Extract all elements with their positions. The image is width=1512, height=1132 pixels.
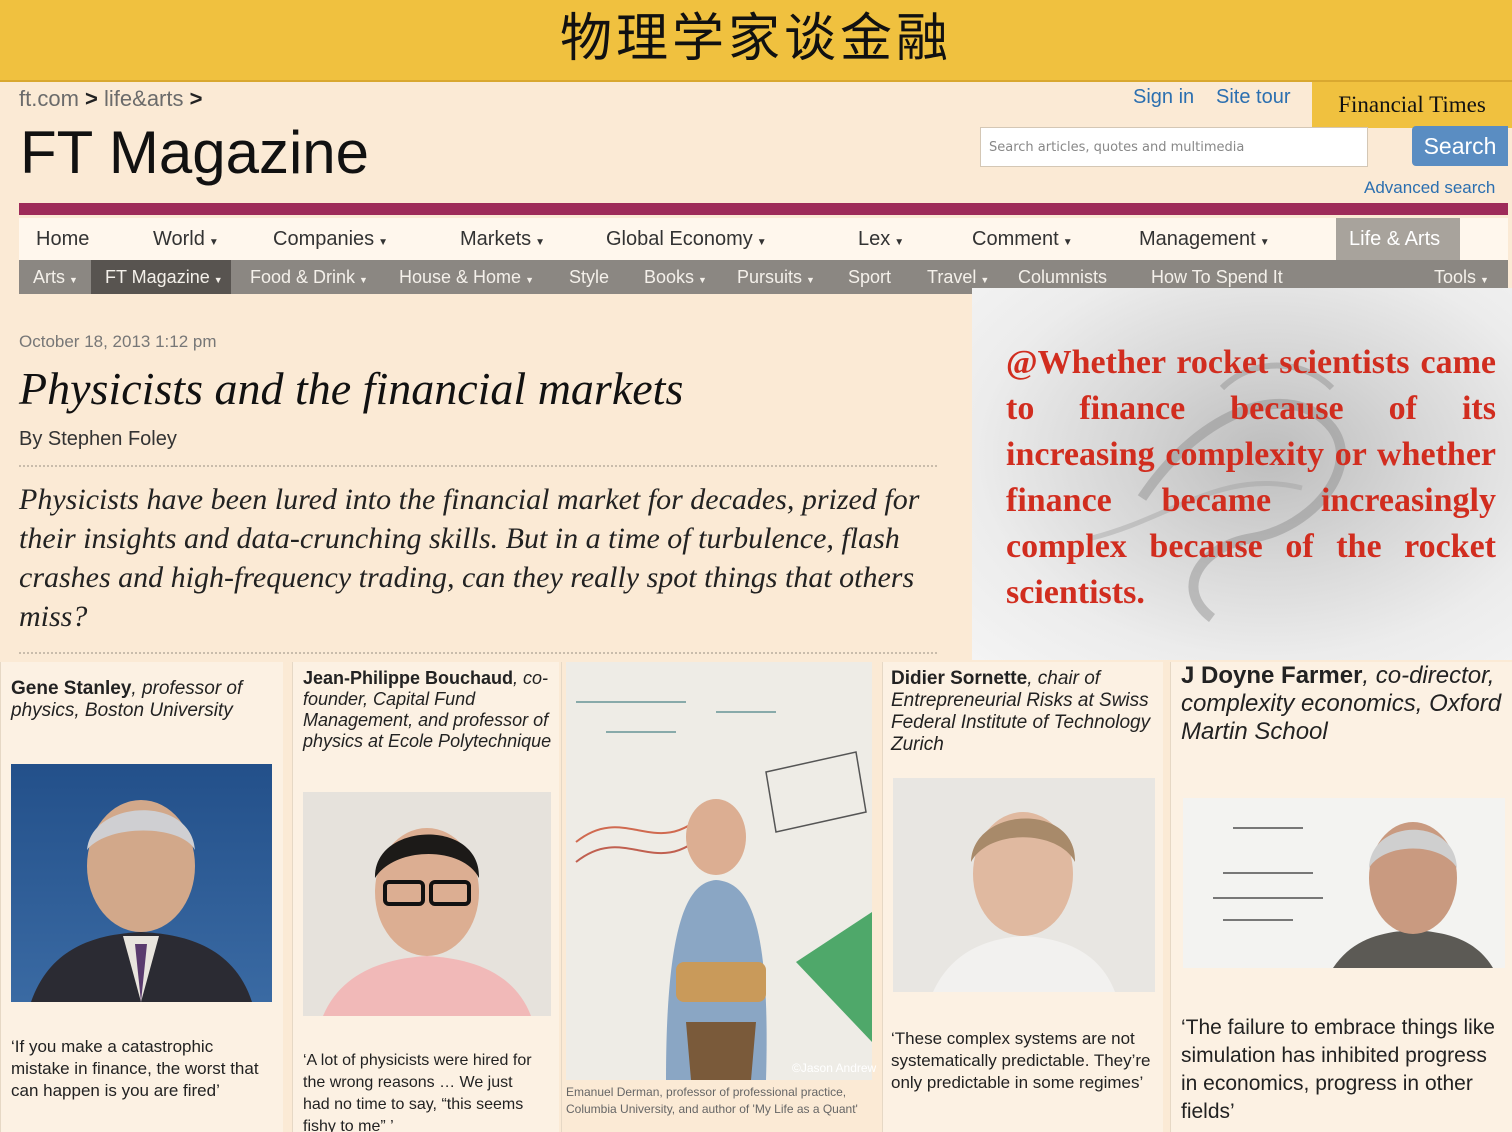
breadcrumb-separator: > [85,86,98,111]
article-standfirst: Physicists have been lured into the fina… [19,483,920,633]
sign-in-link[interactable]: Sign in [1133,86,1194,109]
chevron-down-icon: ▼ [894,237,905,248]
nav-companies[interactable]: Companies ▼ [273,228,388,251]
chevron-down-icon: ▼ [698,275,707,285]
subnav-food-drink[interactable]: Food & Drink ▼ [250,267,368,288]
article-byline[interactable]: By Stephen Foley [19,428,177,451]
person-quote: ‘A lot of physicists were hired for the … [303,1052,532,1132]
person-card-farmer: J Doyne Farmer, co-director, complexity … [1170,662,1512,1132]
advanced-search-link[interactable]: Advanced search [1364,178,1495,198]
nav-home[interactable]: Home [36,228,89,251]
person-card-derman: ©Jason Andrew Emanuel Derman, professor … [561,662,878,1132]
person-caption: J Doyne Farmer, co-director, complexity … [1181,662,1507,746]
subnav-books[interactable]: Books ▼ [644,267,707,288]
person-card-bouchaud: Jean-Philippe Bouchaud, co-founder, Capi… [292,662,559,1132]
person-caption: Jean-Philippe Bouchaud, co-founder, Capi… [303,668,553,752]
person-name: J Doyne Farmer [1181,662,1363,689]
person-card-sornette: Didier Sornette, chair of Entrepreneuria… [882,662,1163,1132]
person-caption: Didier Sornette, chair of Entrepreneuria… [891,668,1153,756]
site-tour-link[interactable]: Site tour [1216,86,1290,109]
person-card-stanley: Gene Stanley, professor of physics, Bost… [0,662,283,1132]
nav-comment[interactable]: Comment ▼ [972,228,1073,251]
subnav-tools[interactable]: Tools ▼ [1434,267,1489,288]
chevron-down-icon: ▼ [69,275,78,285]
photo-caption: Emanuel Derman, professor of professiona… [566,1085,858,1116]
portrait-photo [1183,798,1505,968]
person-name: Didier Sornette [891,668,1028,689]
search-button[interactable]: Search [1412,126,1508,166]
header-divider [19,203,1508,215]
subnav-how-to-spend-it[interactable]: How To Spend It [1151,267,1283,288]
subnav-arts[interactable]: Arts ▼ [33,267,78,288]
chevron-down-icon: ▼ [208,237,219,248]
portrait-photo [893,778,1155,992]
slide-title: 物理学家谈金融 [559,9,952,69]
article-headline: Physicists and the financial markets [19,363,684,414]
divider [19,465,937,467]
chevron-down-icon: ▼ [378,237,389,248]
article-date: October 18, 2013 1:12 pm [19,332,217,351]
breadcrumb-section[interactable]: life&arts [104,86,183,111]
subnav-travel[interactable]: Travel ▼ [927,267,989,288]
nav-markets[interactable]: Markets ▼ [460,228,545,251]
page-title[interactable]: FT Magazine [20,118,369,187]
person-quote: ‘These complex systems are not systemati… [891,1029,1151,1092]
subnav-house-home[interactable]: House & Home ▼ [399,267,534,288]
subnav-ft-magazine[interactable]: FT Magazine ▼ [105,267,223,288]
portrait-photo [566,662,872,1080]
breadcrumb: ft.com > life&arts > [19,86,202,112]
portrait-photo [303,792,551,1016]
chevron-down-icon: ▼ [525,275,534,285]
brand-tab-label: Financial Times [1338,92,1486,117]
chevron-down-icon: ▼ [806,275,815,285]
chevron-down-icon: ▼ [535,237,546,248]
nav-global-economy[interactable]: Global Economy ▼ [606,228,767,251]
subnav-columnists[interactable]: Columnists [1018,267,1107,288]
chevron-down-icon: ▼ [1480,275,1489,285]
person-quote: ‘If you make a catastrophic mistake in f… [11,1037,259,1100]
portrait-photo [11,764,272,1002]
divider [19,652,937,654]
person-caption: Gene Stanley, professor of physics, Bost… [11,678,273,722]
person-quote: ‘The failure to embrace things like simu… [1181,1016,1495,1123]
subnav-sport[interactable]: Sport [848,267,891,288]
chevron-down-icon: ▼ [213,275,223,285]
chevron-down-icon: ▼ [980,275,990,285]
chevron-down-icon: ▼ [1259,237,1270,248]
person-name: Jean-Philippe Bouchaud [303,668,514,688]
chevron-down-icon: ▼ [756,237,767,248]
breadcrumb-site[interactable]: ft.com [19,86,79,111]
chevron-down-icon: ▼ [1062,237,1073,248]
subnav-style[interactable]: Style [569,267,609,288]
chevron-down-icon: ▼ [359,275,368,285]
photo-credit: ©Jason Andrew [792,1061,877,1075]
person-name: Gene Stanley [11,678,132,699]
overlay-quote: @Whether rocket scientists came to finan… [1006,344,1496,611]
nav-management[interactable]: Management ▼ [1139,228,1270,251]
nav-world[interactable]: World ▼ [153,228,219,251]
subnav-pursuits[interactable]: Pursuits ▼ [737,267,815,288]
breadcrumb-separator: > [189,86,203,111]
search-input[interactable] [980,127,1368,167]
nav-lex[interactable]: Lex ▼ [858,228,904,251]
nav-life-arts[interactable]: Life & Arts [1349,228,1440,251]
